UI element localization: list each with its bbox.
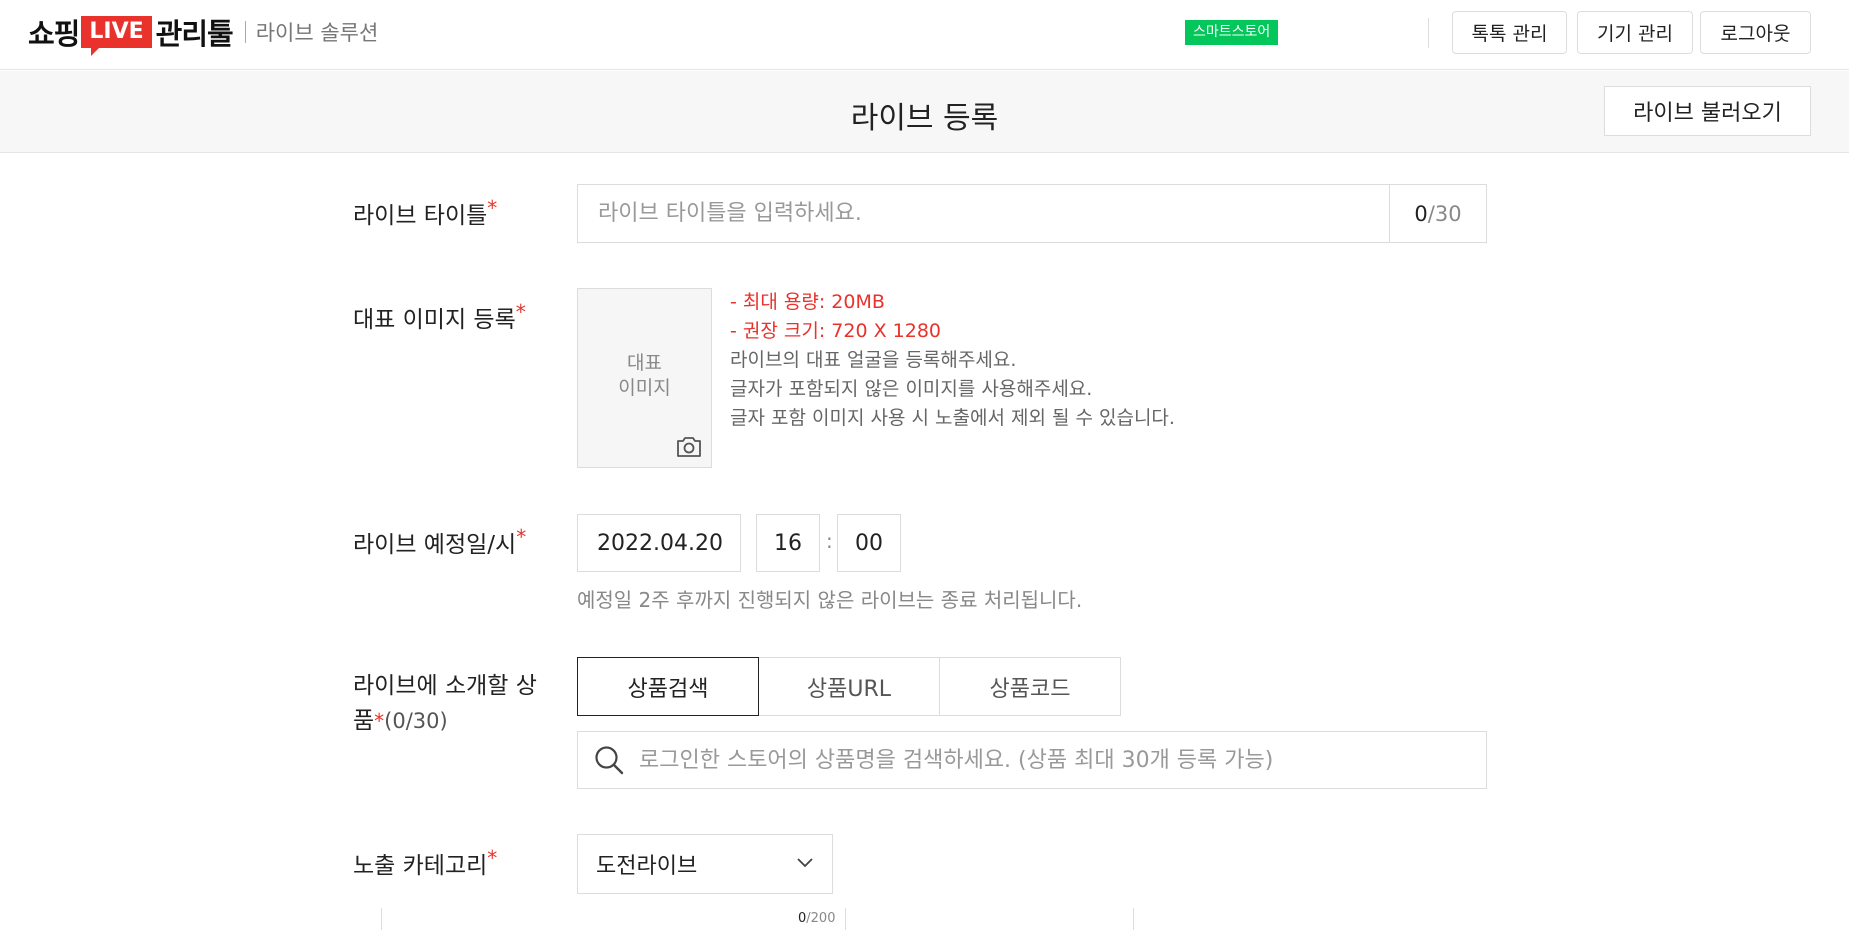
logo-text-shopping: 쇼핑 (28, 17, 80, 51)
camera-icon (677, 437, 701, 457)
category-selected-value: 도전라이브 (596, 854, 698, 879)
product-add-tabs: 상품검색 상품URL 상품코드 (577, 657, 1121, 716)
guide-recommended-size: - 권장 크기: 720 X 1280 (730, 320, 942, 342)
search-icon (595, 746, 624, 775)
description-char-counter: 0/200 (798, 911, 836, 926)
editor-divider (845, 908, 846, 930)
tab-product-url[interactable]: 상품URL (758, 657, 940, 716)
guide-line-3: 글자 포함 이미지 사용 시 노출에서 제외 될 수 있습니다. (730, 407, 1175, 429)
load-live-button[interactable]: 라이브 불러오기 (1604, 86, 1811, 136)
logo-live-badge: LIVE (81, 16, 152, 56)
page-title-bar: 라이브 등록 라이브 불러오기 (0, 71, 1849, 153)
required-mark: * (487, 196, 498, 220)
logout-button[interactable]: 로그아웃 (1700, 11, 1811, 54)
live-title-input[interactable] (578, 185, 1389, 242)
app-logo[interactable]: 쇼핑 LIVE 관리툴 라이브 솔루션 (28, 12, 379, 56)
live-title-field: 0/30 (577, 184, 1487, 243)
time-separator: : (826, 529, 833, 553)
thumbnail-upload-box[interactable]: 대표 이미지 (577, 288, 712, 468)
title-char-counter: 0/30 (1389, 185, 1486, 242)
schedule-note: 예정일 2주 후까지 진행되지 않은 라이브는 종료 처리됩니다. (577, 588, 1083, 612)
tab-product-search[interactable]: 상품검색 (577, 657, 759, 716)
chevron-down-icon (797, 858, 813, 868)
tab-product-code[interactable]: 상품코드 (939, 657, 1121, 716)
editor-divider (381, 908, 382, 930)
schedule-minute-input[interactable]: 00 (837, 514, 901, 572)
smartstore-badge: 스마트스토어 (1185, 20, 1279, 45)
required-mark: * (487, 846, 498, 870)
thumbnail-guide: - 최대 용량: 20MB - 권장 크기: 720 X 1280 라이브의 대… (730, 288, 1175, 433)
product-count: (0/30) (384, 709, 448, 733)
products-label: 라이브에 소개할 상 품*(0/30) (353, 673, 537, 734)
product-search-field (577, 731, 1487, 789)
device-manage-button[interactable]: 기기 관리 (1577, 11, 1693, 54)
schedule-hour-input[interactable]: 16 (756, 514, 820, 572)
schedule-label: 라이브 예정일/시* (353, 525, 527, 558)
guide-max-size: - 최대 용량: 20MB (730, 291, 885, 313)
top-header: 쇼핑 LIVE 관리툴 라이브 솔루션 스마트스토어 톡톡 관리 기기 관리 로… (0, 0, 1849, 70)
product-search-input[interactable] (639, 747, 1486, 773)
guide-line-1: 라이브의 대표 얼굴을 등록해주세요. (730, 349, 1017, 371)
required-mark: * (516, 525, 527, 549)
editor-divider (1133, 908, 1134, 930)
category-select[interactable]: 도전라이브 (577, 834, 833, 894)
guide-line-2: 글자가 포함되지 않은 이미지를 사용해주세요. (730, 378, 1093, 400)
thumbnail-label: 대표 이미지 등록* (353, 300, 526, 333)
category-label: 노출 카테고리* (353, 846, 498, 879)
logo-text-tool: 관리툴 (155, 17, 234, 51)
talk-manage-button[interactable]: 톡톡 관리 (1452, 11, 1567, 54)
live-title-label: 라이브 타이틀* (353, 196, 498, 229)
schedule-date-input[interactable]: 2022.04.20 (577, 514, 741, 572)
logo-subtitle: 라이브 솔루션 (255, 21, 379, 45)
header-divider (1428, 18, 1429, 48)
logo-divider (244, 21, 246, 43)
thumbnail-placeholder-text: 대표 이미지 (618, 352, 671, 399)
required-mark: * (374, 709, 385, 733)
required-mark: * (515, 300, 526, 324)
page-title: 라이브 등록 (850, 101, 999, 136)
